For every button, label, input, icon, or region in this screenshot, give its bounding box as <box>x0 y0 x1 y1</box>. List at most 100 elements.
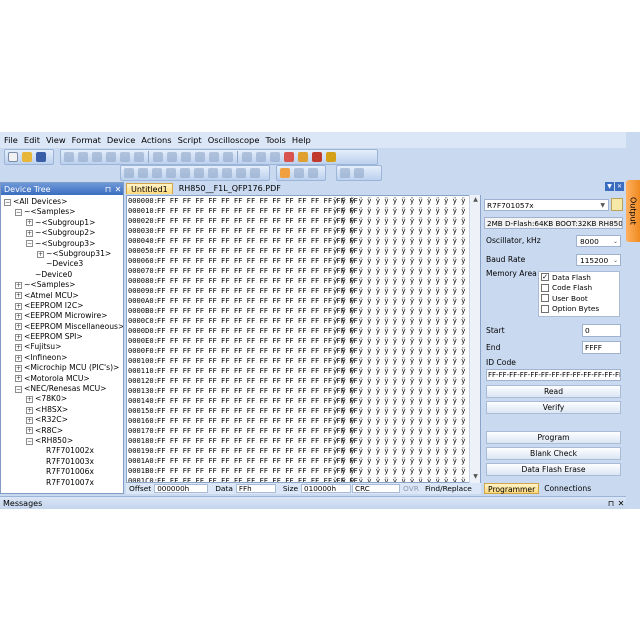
tree-item[interactable]: + <Motorola MCU> <box>1 374 123 384</box>
tree-item[interactable]: − <RH850> <box>1 436 123 446</box>
hex-row[interactable]: 0000F0: FF FF FF FF FF FF FF FF FF FF FF … <box>127 346 480 356</box>
expand-icon[interactable]: + <box>15 333 22 341</box>
hex-bytes[interactable]: FF FF FF FF FF FF FF FF FF FF FF FF FF F… <box>157 326 358 336</box>
pin-icon[interactable]: ⊓ <box>606 499 616 508</box>
tree-item[interactable]: ~Device0 <box>1 270 123 280</box>
toolbar-button[interactable] <box>92 152 102 162</box>
program-button[interactable]: Program <box>486 431 621 444</box>
hex-row[interactable]: 000070: FF FF FF FF FF FF FF FF FF FF FF … <box>127 266 480 276</box>
hex-row[interactable]: 0001B0: FF FF FF FF FF FF FF FF FF FF FF … <box>127 466 480 476</box>
hex-ascii[interactable]: ÿ ÿ ÿ ÿ ÿ ÿ ÿ ÿ ÿ ÿ ÿ ÿ ÿ ÿ ÿ ÿ <box>333 386 473 396</box>
hex-ascii[interactable]: ÿ ÿ ÿ ÿ ÿ ÿ ÿ ÿ ÿ ÿ ÿ ÿ ÿ ÿ ÿ ÿ <box>333 316 473 326</box>
hex-ascii[interactable]: ÿ ÿ ÿ ÿ ÿ ÿ ÿ ÿ ÿ ÿ ÿ ÿ ÿ ÿ ÿ ÿ <box>333 286 473 296</box>
toolbar-button[interactable] <box>354 168 364 178</box>
tree-item[interactable]: + <R8C> <box>1 426 123 436</box>
new-file-icon[interactable] <box>8 152 18 162</box>
toolbar-button[interactable] <box>134 152 144 162</box>
toolbar-button[interactable] <box>152 168 162 178</box>
hex-ascii[interactable]: ÿ ÿ ÿ ÿ ÿ ÿ ÿ ÿ ÿ ÿ ÿ ÿ ÿ ÿ ÿ ÿ <box>333 436 473 446</box>
device-select[interactable]: R7F701057x ▼ <box>484 199 609 211</box>
hex-bytes[interactable]: FF FF FF FF FF FF FF FF FF FF FF FF FF F… <box>157 446 358 456</box>
hex-bytes[interactable]: FF FF FF FF FF FF FF FF FF FF FF FF FF F… <box>157 226 358 236</box>
tree-item[interactable]: − ~<Subgroup3> <box>1 239 123 249</box>
tree-item[interactable]: + ~<Subgroup31> <box>1 249 123 259</box>
expand-icon[interactable]: + <box>15 312 22 320</box>
hex-bytes[interactable]: FF FF FF FF FF FF FF FF FF FF FF FF FF F… <box>157 396 358 406</box>
id-code-input[interactable]: FF-FF-FF-FF-FF-FF-FF-FF-FF-FF-FF-FF-FF-F… <box>486 369 621 381</box>
tree-item[interactable]: R7F701007x <box>1 478 123 488</box>
hex-bytes[interactable]: FF FF FF FF FF FF FF FF FF FF FF FF FF F… <box>157 316 358 326</box>
toolbar-button[interactable] <box>167 152 177 162</box>
toolbar-button[interactable] <box>280 168 290 178</box>
hex-ascii[interactable]: ÿ ÿ ÿ ÿ ÿ ÿ ÿ ÿ ÿ ÿ ÿ ÿ ÿ ÿ ÿ ÿ <box>333 196 473 206</box>
oscillator-select[interactable]: 8000 ⌄ <box>576 235 621 247</box>
hex-ascii[interactable]: ÿ ÿ ÿ ÿ ÿ ÿ ÿ ÿ ÿ ÿ ÿ ÿ ÿ ÿ ÿ ÿ <box>333 406 473 416</box>
toolbar-button[interactable] <box>250 168 260 178</box>
toolbar-button[interactable] <box>294 168 304 178</box>
hex-row[interactable]: 000140: FF FF FF FF FF FF FF FF FF FF FF … <box>127 396 480 406</box>
hex-ascii[interactable]: ÿ ÿ ÿ ÿ ÿ ÿ ÿ ÿ ÿ ÿ ÿ ÿ ÿ ÿ ÿ ÿ <box>333 226 473 236</box>
toolbar-button[interactable] <box>340 168 350 178</box>
tree-item[interactable]: + <Fujitsu> <box>1 342 123 352</box>
hex-bytes[interactable]: FF FF FF FF FF FF FF FF FF FF FF FF FF F… <box>157 296 358 306</box>
tab-connections[interactable]: Connections <box>541 483 594 494</box>
menu-edit[interactable]: Edit <box>24 135 40 145</box>
hex-scrollbar[interactable]: ▲ ▼ <box>469 195 480 483</box>
hex-ascii[interactable]: ÿ ÿ ÿ ÿ ÿ ÿ ÿ ÿ ÿ ÿ ÿ ÿ ÿ ÿ ÿ ÿ <box>333 396 473 406</box>
menu-device[interactable]: Device <box>107 135 135 145</box>
data-flash-erase-button[interactable]: Data Flash Erase <box>486 463 621 476</box>
hex-ascii[interactable]: ÿ ÿ ÿ ÿ ÿ ÿ ÿ ÿ ÿ ÿ ÿ ÿ ÿ ÿ ÿ ÿ <box>333 466 473 476</box>
tree-item[interactable]: + <Atmel MCU> <box>1 291 123 301</box>
hex-bytes[interactable]: FF FF FF FF FF FF FF FF FF FF FF FF FF F… <box>157 376 358 386</box>
hex-bytes[interactable]: FF FF FF FF FF FF FF FF FF FF FF FF FF F… <box>157 336 358 346</box>
hex-bytes[interactable]: FF FF FF FF FF FF FF FF FF FF FF FF FF F… <box>157 356 358 366</box>
hex-row[interactable]: 000190: FF FF FF FF FF FF FF FF FF FF FF … <box>127 446 480 456</box>
hex-ascii[interactable]: ÿ ÿ ÿ ÿ ÿ ÿ ÿ ÿ ÿ ÿ ÿ ÿ ÿ ÿ ÿ ÿ <box>333 266 473 276</box>
tab-list-icon[interactable]: ▼ <box>605 182 614 191</box>
tree-item[interactable]: + ~<Subgroup1> <box>1 218 123 228</box>
toolbar-button[interactable] <box>326 152 336 162</box>
hex-ascii[interactable]: ÿ ÿ ÿ ÿ ÿ ÿ ÿ ÿ ÿ ÿ ÿ ÿ ÿ ÿ ÿ ÿ <box>333 296 473 306</box>
hex-bytes[interactable]: FF FF FF FF FF FF FF FF FF FF FF FF FF F… <box>157 306 358 316</box>
toolbar-button[interactable] <box>222 168 232 178</box>
toolbar-button[interactable] <box>312 152 322 162</box>
hex-ascii[interactable]: ÿ ÿ ÿ ÿ ÿ ÿ ÿ ÿ ÿ ÿ ÿ ÿ ÿ ÿ ÿ ÿ <box>333 206 473 216</box>
checkbox[interactable] <box>541 304 549 313</box>
hex-ascii[interactable]: ÿ ÿ ÿ ÿ ÿ ÿ ÿ ÿ ÿ ÿ ÿ ÿ ÿ ÿ ÿ ÿ <box>333 246 473 256</box>
hex-bytes[interactable]: FF FF FF FF FF FF FF FF FF FF FF FF FF F… <box>157 476 358 482</box>
hex-row[interactable]: 000160: FF FF FF FF FF FF FF FF FF FF FF … <box>127 416 480 426</box>
toolbar-button[interactable] <box>180 168 190 178</box>
toolbar-button[interactable] <box>194 168 204 178</box>
menu-format[interactable]: Format <box>72 135 101 145</box>
toolbar-button[interactable] <box>195 152 205 162</box>
hex-row[interactable]: 000040: FF FF FF FF FF FF FF FF FF FF FF … <box>127 236 480 246</box>
expand-icon[interactable]: + <box>37 250 44 258</box>
hex-row[interactable]: 000010: FF FF FF FF FF FF FF FF FF FF FF … <box>127 206 480 216</box>
hex-ascii[interactable]: ÿ ÿ ÿ ÿ ÿ ÿ ÿ ÿ ÿ ÿ ÿ ÿ ÿ ÿ ÿ ÿ <box>333 456 473 466</box>
menu-tools[interactable]: Tools <box>265 135 285 145</box>
baud-rate-select[interactable]: 115200 ⌄ <box>576 254 621 266</box>
hex-editor[interactable]: 000000: FF FF FF FF FF FF FF FF FF FF FF … <box>126 195 481 483</box>
toolbar-button[interactable] <box>256 152 266 162</box>
document-tab[interactable]: Untitled1 <box>126 183 173 194</box>
collapse-icon[interactable]: − <box>26 240 33 248</box>
memory-area-option[interactable]: Option Bytes <box>539 304 619 315</box>
toolbar-button[interactable] <box>106 152 116 162</box>
hex-bytes[interactable]: FF FF FF FF FF FF FF FF FF FF FF FF FF F… <box>157 246 358 256</box>
verify-button[interactable]: Verify <box>486 401 621 414</box>
memory-area-option[interactable]: ✓ Data Flash <box>539 272 619 283</box>
hex-row[interactable]: 000170: FF FF FF FF FF FF FF FF FF FF FF … <box>127 426 480 436</box>
collapse-icon[interactable]: − <box>15 209 22 217</box>
expand-icon[interactable]: + <box>15 281 22 289</box>
tree-item[interactable]: + <Microchip MCU (PIC's)> <box>1 363 123 373</box>
expand-icon[interactable]: + <box>26 219 33 227</box>
hex-bytes[interactable]: FF FF FF FF FF FF FF FF FF FF FF FF FF F… <box>157 456 358 466</box>
hex-row[interactable]: 000090: FF FF FF FF FF FF FF FF FF FF FF … <box>127 286 480 296</box>
start-input[interactable]: 0 <box>582 324 621 337</box>
close-icon[interactable]: ✕ <box>113 185 123 194</box>
toolbar-button[interactable] <box>64 152 74 162</box>
hex-ascii[interactable]: ÿ ÿ ÿ ÿ ÿ ÿ ÿ ÿ ÿ ÿ ÿ ÿ ÿ ÿ ÿ ÿ <box>333 416 473 426</box>
hex-ascii[interactable]: ÿ ÿ ÿ ÿ ÿ ÿ ÿ ÿ ÿ ÿ ÿ ÿ ÿ ÿ ÿ ÿ <box>333 356 473 366</box>
hex-bytes[interactable]: FF FF FF FF FF FF FF FF FF FF FF FF FF F… <box>157 206 358 216</box>
hex-row[interactable]: 000050: FF FF FF FF FF FF FF FF FF FF FF … <box>127 246 480 256</box>
